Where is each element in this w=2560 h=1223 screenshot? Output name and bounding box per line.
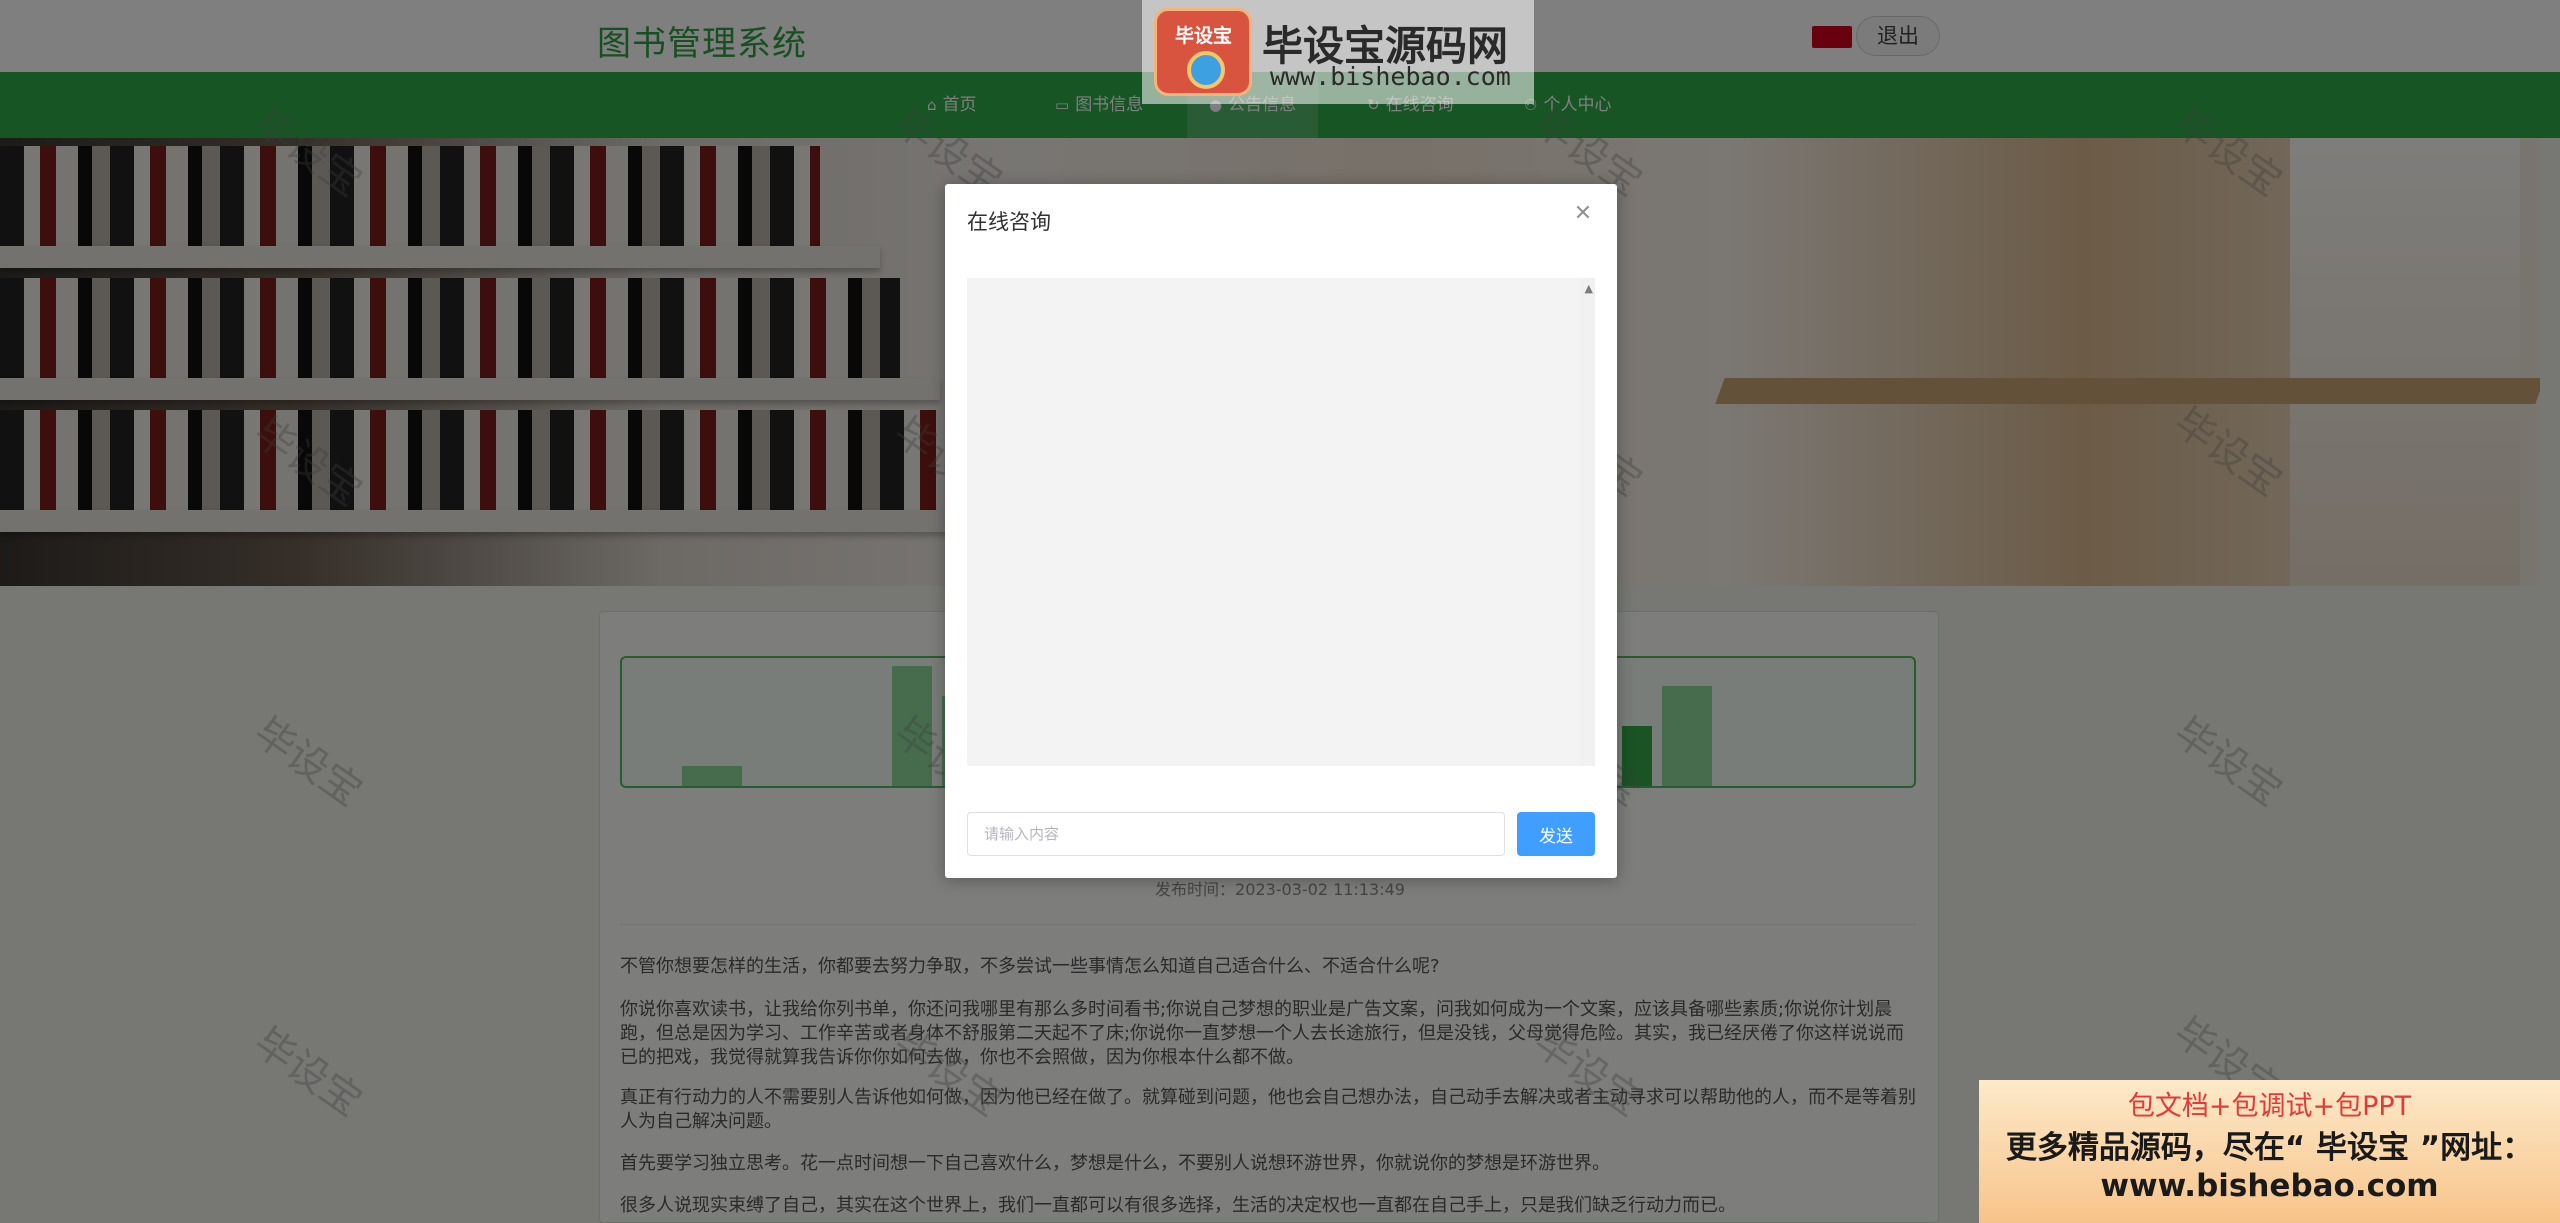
promo-banner[interactable]: 包文档+包调试+包PPT 更多精品源码，尽在“ 毕设宝 ”网址： www.bis… xyxy=(1979,1080,2560,1223)
send-button[interactable]: 发送 xyxy=(1517,812,1595,856)
logo-seal-text: 毕设宝 xyxy=(1175,25,1233,47)
promo-line: 包文档+包调试+包PPT xyxy=(2127,1091,2412,1122)
promo-url: www.bishebao.com xyxy=(2100,1168,2439,1204)
dialog-title: 在线咨询 xyxy=(967,210,1051,234)
chat-input[interactable] xyxy=(967,812,1505,856)
chat-message-area[interactable]: ▲ xyxy=(967,278,1595,766)
promo-line: 更多精品源码，尽在“ 毕设宝 ”网址： xyxy=(2005,1130,2534,1166)
site-logo-watermark: 毕设宝 毕设宝源码网 www.bishebao.com xyxy=(1142,0,1534,104)
online-consult-dialog: 在线咨询 ✕ ▲ 发送 xyxy=(945,184,1617,878)
scroll-up-icon[interactable]: ▲ xyxy=(1585,282,1593,295)
logo-mascot-icon xyxy=(1187,51,1225,89)
logo-url: www.bishebao.com xyxy=(1270,62,1511,91)
logo-seal: 毕设宝 xyxy=(1154,8,1252,96)
close-icon[interactable]: ✕ xyxy=(1571,202,1595,226)
chat-scrollbar[interactable]: ▲ xyxy=(1579,278,1595,766)
